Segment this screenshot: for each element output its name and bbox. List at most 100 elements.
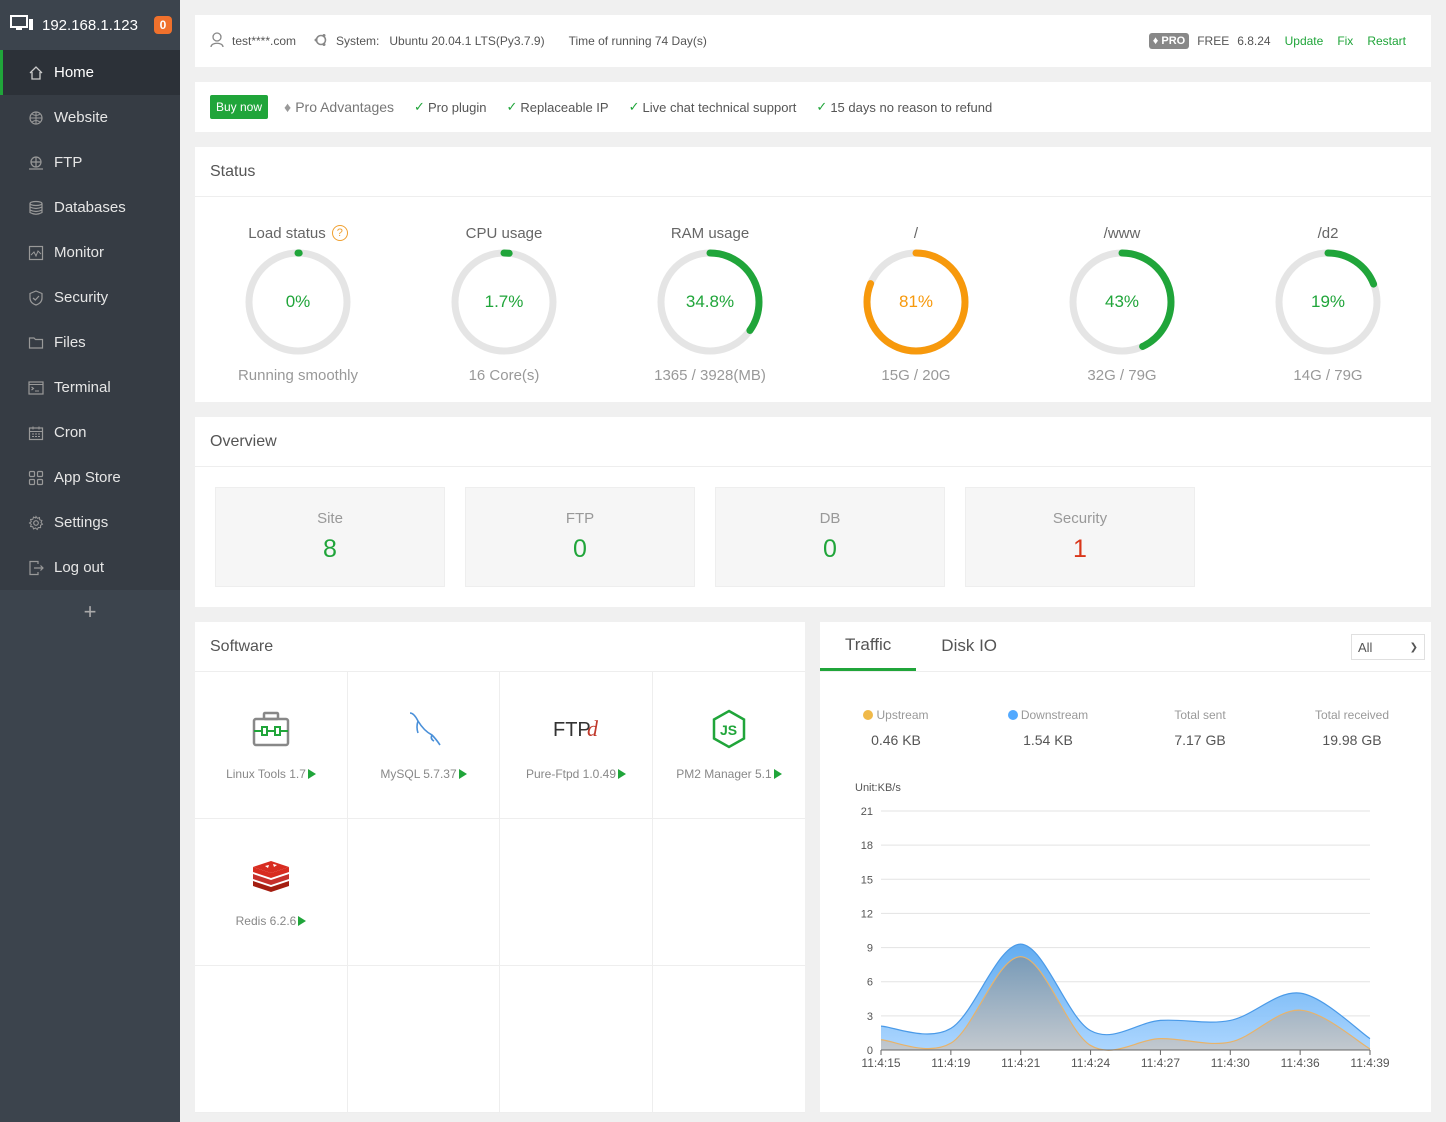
sidebar-item-app-store[interactable]: App Store xyxy=(0,455,180,500)
traffic-panel: Traffic Disk IO All ❯ Upstream 0.46 KB Dow… xyxy=(820,622,1431,1112)
overview-card-site[interactable]: Site 8 xyxy=(215,487,445,587)
gauge-title: / xyxy=(913,224,919,242)
status-gauge[interactable]: CPU usage 1.7% 16 Core(s) xyxy=(401,222,607,384)
check-icon: ✓ xyxy=(816,99,828,114)
diamond-icon: ♦ xyxy=(284,99,292,115)
gauge-ring: 0% xyxy=(243,247,353,357)
software-empty-slot xyxy=(195,966,348,1113)
sidebar-item-label: Website xyxy=(54,109,108,126)
software-item[interactable]: MySQL 5.7.37 xyxy=(348,672,500,819)
gauge-subtitle: 1365 / 3928(MB) xyxy=(654,367,766,384)
software-grid: Linux Tools 1.7 MySQL 5.7.37 FTP d Pure-Ftpd… xyxy=(195,672,805,1113)
home-icon xyxy=(28,65,44,81)
software-empty-slot xyxy=(500,966,653,1113)
software-name-label: MySQL 5.7.37 xyxy=(380,767,457,781)
y-tick-label: 12 xyxy=(861,908,873,920)
pro-features-list: ✓ Pro plugin ✓ Replaceable IP ✓ Live chat tec… xyxy=(414,99,1012,115)
overview-card-db[interactable]: DB 0 xyxy=(715,487,945,587)
gauge-title: RAM usage xyxy=(670,224,750,242)
sidebar-item-label: Files xyxy=(54,334,86,351)
server-ip: 192.168.1.123 xyxy=(42,16,138,34)
sidebar-item-settings[interactable]: Settings xyxy=(0,500,180,545)
gauge-subtitle: 14G / 79G xyxy=(1293,367,1363,384)
software-name[interactable]: PM2 Manager 5.1 xyxy=(676,767,782,781)
fix-link[interactable]: Fix xyxy=(1337,34,1353,48)
overview-card-value: 0 xyxy=(823,535,837,563)
software-item[interactable]: Linux Tools 1.7 xyxy=(195,672,348,819)
notification-badge[interactable]: 0 xyxy=(154,16,172,34)
gauge-ring: 43% xyxy=(1067,247,1177,357)
uptime-text: Time of running 74 Day(s) xyxy=(568,34,707,48)
legend-dot-icon xyxy=(1007,710,1018,720)
update-link[interactable]: Update xyxy=(1285,34,1324,48)
overview-card-label: DB xyxy=(819,510,841,527)
sidebar-item-terminal[interactable]: Terminal xyxy=(0,365,180,410)
status-gauge[interactable]: RAM usage 34.8% 1365 / 3928(MB) xyxy=(607,222,813,385)
tab-disk-io[interactable]: Disk IO xyxy=(916,621,1022,671)
status-gauge[interactable]: / 81% 15G / 20G xyxy=(813,222,1019,384)
gear-icon xyxy=(28,514,44,531)
help-icon[interactable]: ? xyxy=(331,225,348,241)
software-title: Software xyxy=(195,622,805,672)
redis-icon xyxy=(251,856,291,896)
database-icon xyxy=(28,200,44,216)
gauge-subtitle: 15G / 20G xyxy=(881,367,951,384)
x-tick-label: 11:4:30 xyxy=(1211,1056,1250,1070)
gauge-title: /d2 xyxy=(1317,224,1339,242)
monitor-icon xyxy=(28,245,44,261)
pro-badge[interactable]: ♦ PRO xyxy=(1148,33,1190,49)
overview-card-ftp[interactable]: FTP 0 xyxy=(465,487,695,587)
tab-traffic[interactable]: Traffic xyxy=(820,621,917,671)
sidebar-item-files[interactable]: Files xyxy=(0,320,180,365)
status-gauge[interactable]: /d2 19% 14G / 79G xyxy=(1225,222,1431,384)
check-icon: ✓ xyxy=(628,99,640,114)
buy-now-button[interactable]: Buy now xyxy=(210,95,269,119)
add-menu-button[interactable]: + xyxy=(0,590,180,634)
y-tick-label: 9 xyxy=(867,943,873,955)
software-item[interactable]: Redis 6.2.6 xyxy=(195,819,348,966)
sidebar-item-security[interactable]: Security xyxy=(0,275,180,320)
traffic-stats: Upstream 0.46 KB Downstream 1.54 KB Total se… xyxy=(820,672,1431,748)
svg-text:JS: JS xyxy=(720,722,737,738)
software-name-label: Pure-Ftpd 1.0.49 xyxy=(525,767,617,781)
traffic-stat: Upstream 0.46 KB xyxy=(820,708,972,748)
sidebar-item-label: Home xyxy=(54,64,95,81)
sidebar: 192.168.1.123 0 Home Website FTP Databases M… xyxy=(0,0,180,1122)
status-gauge[interactable]: /www 43% 32G / 79G xyxy=(1019,222,1225,384)
software-name[interactable]: MySQL 5.7.37 xyxy=(380,767,467,781)
sidebar-item-ftp[interactable]: FTP xyxy=(0,140,180,185)
software-name[interactable]: Linux Tools 1.7 xyxy=(226,767,316,781)
overview-card-security[interactable]: Security 1 xyxy=(965,487,1195,587)
x-tick-label: 11:4:24 xyxy=(1071,1056,1110,1070)
software-empty-slot xyxy=(653,966,805,1113)
user-account[interactable]: test****.com xyxy=(232,34,296,48)
top-info-bar: test****.com System: Ubuntu 20.04.1 LTS(… xyxy=(195,15,1431,67)
sidebar-item-home[interactable]: Home xyxy=(0,50,180,95)
server-icon xyxy=(10,14,34,36)
restart-link[interactable]: Restart xyxy=(1367,34,1406,48)
sidebar-item-label: Monitor xyxy=(54,244,105,261)
sidebar-item-label: Settings xyxy=(54,514,109,531)
gauge-value: 34.8% xyxy=(685,292,735,311)
software-name[interactable]: Redis 6.2.6 xyxy=(236,914,307,928)
status-gauge[interactable]: Load status? 0% Running smoothly xyxy=(195,222,401,385)
software-name[interactable]: Pure-Ftpd 1.0.49 xyxy=(525,767,627,781)
sidebar-item-website[interactable]: Website xyxy=(0,95,180,140)
folder-icon xyxy=(28,335,44,351)
status-panel: Status Load status? 0% Running smoothly C… xyxy=(195,147,1431,402)
software-item[interactable]: JS PM2 Manager 5.1 xyxy=(653,672,805,819)
interface-select[interactable]: All ❯ xyxy=(1351,634,1425,660)
pro-badge-label: PRO xyxy=(1161,35,1186,47)
pro-advantages[interactable]: ♦ Pro Advantages xyxy=(284,99,394,115)
y-tick-label: 21 xyxy=(861,806,873,818)
sidebar-item-cron[interactable]: Cron xyxy=(0,410,180,455)
y-tick-label: 6 xyxy=(867,977,873,989)
svg-text:d: d xyxy=(587,716,599,741)
interface-select-value: All xyxy=(1358,639,1373,655)
terminal-icon xyxy=(28,380,44,396)
sidebar-item-log-out[interactable]: Log out xyxy=(0,545,180,590)
software-item[interactable]: FTP d Pure-Ftpd 1.0.49 xyxy=(500,672,653,819)
sidebar-item-databases[interactable]: Databases xyxy=(0,185,180,230)
sidebar-item-monitor[interactable]: Monitor xyxy=(0,230,180,275)
y-tick-label: 18 xyxy=(861,840,873,852)
